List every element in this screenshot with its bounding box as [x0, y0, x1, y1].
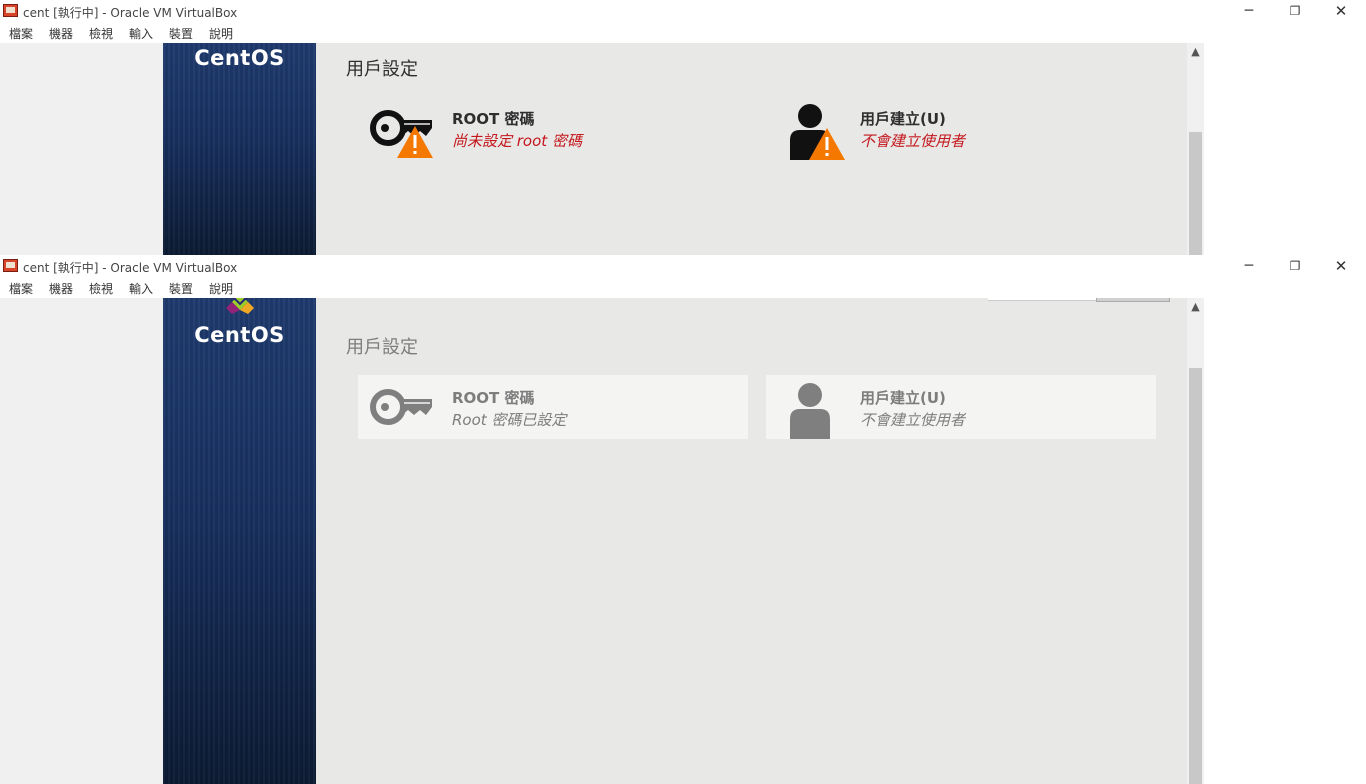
- root-password-status: 尚未設定 root 密碼: [452, 132, 582, 150]
- key-warning-icon: [370, 110, 433, 158]
- search-field[interactable]: [988, 298, 1098, 301]
- root-password-status: Root 密碼已設定: [452, 411, 567, 429]
- minimize-button[interactable]: ─: [1226, 0, 1272, 22]
- scrollbar-thumb[interactable]: [1189, 132, 1202, 255]
- menu-view[interactable]: 檢視: [89, 25, 113, 42]
- guest-screen[interactable]: CentOS 用戶設定 ROOT 密碼 尚未設定 root 密碼 用戶建立(U)…: [163, 43, 1187, 255]
- scroll-up-icon[interactable]: ▲: [1187, 300, 1204, 313]
- vm-right-margin: [1204, 298, 1366, 784]
- key-icon: [370, 389, 432, 425]
- centos-sidebar: CentOS: [163, 298, 316, 784]
- user-creation-spoke[interactable]: 用戶建立(U) 不會建立使用者: [766, 96, 1156, 160]
- vm-display[interactable]: CentOS 用戶設定 ROOT 密碼 Root 密碼已設定 用戶建立(U) 不…: [0, 298, 1366, 784]
- centos-logo: CentOS: [194, 46, 285, 70]
- menu-machine[interactable]: 機器: [49, 25, 73, 42]
- root-password-name: ROOT 密碼: [452, 389, 535, 407]
- menu-input[interactable]: 輸入: [129, 280, 153, 297]
- virtualbox-window-top: cent [執行中] - Oracle VM VirtualBox ─ ❐ ✕ …: [0, 0, 1366, 255]
- menu-devices[interactable]: 裝置: [169, 25, 193, 42]
- close-button[interactable]: ✕: [1318, 0, 1364, 22]
- user-creation-spoke[interactable]: 用戶建立(U) 不會建立使用者: [766, 375, 1156, 439]
- guest-screen[interactable]: CentOS 用戶設定 ROOT 密碼 Root 密碼已設定 用戶建立(U) 不…: [163, 298, 1187, 784]
- maximize-button[interactable]: ❐: [1272, 0, 1318, 22]
- menu-machine[interactable]: 機器: [49, 280, 73, 297]
- menu-file[interactable]: 檔案: [9, 280, 33, 297]
- vm-left-margin: [0, 43, 163, 255]
- scroll-up-icon[interactable]: ▲: [1187, 45, 1204, 58]
- centos-logo: CentOS: [194, 323, 285, 347]
- root-password-spoke[interactable]: ROOT 密碼 Root 密碼已設定: [358, 375, 748, 439]
- menu-help[interactable]: 說明: [209, 25, 233, 42]
- user-creation-name: 用戶建立(U): [860, 110, 946, 128]
- menu-file[interactable]: 檔案: [9, 25, 33, 42]
- vm-right-margin: [1204, 43, 1366, 255]
- virtualbox-window-bottom: cent [執行中] - Oracle VM VirtualBox ─ ❐ ✕ …: [0, 255, 1366, 784]
- user-creation-status: 不會建立使用者: [860, 132, 966, 150]
- vertical-scrollbar[interactable]: ▲: [1187, 298, 1204, 784]
- root-password-spoke[interactable]: ROOT 密碼 尚未設定 root 密碼: [358, 96, 748, 160]
- vertical-scrollbar[interactable]: ▲: [1187, 43, 1204, 255]
- window-title: cent [執行中] - Oracle VM VirtualBox: [23, 261, 238, 275]
- user-icon: [790, 383, 830, 439]
- virtualbox-app-icon: [3, 4, 18, 17]
- user-settings-title: 用戶設定: [346, 337, 418, 358]
- virtualbox-app-icon: [3, 259, 18, 272]
- window-title: cent [執行中] - Oracle VM VirtualBox: [23, 6, 238, 20]
- minimize-button[interactable]: ─: [1226, 255, 1272, 277]
- menu-bar: 檔案 機器 檢視 輸入 裝置 說明: [0, 277, 1366, 298]
- title-bar[interactable]: cent [執行中] - Oracle VM VirtualBox ─ ❐ ✕: [0, 0, 1366, 22]
- close-button[interactable]: ✕: [1318, 255, 1364, 277]
- vm-display[interactable]: CentOS 用戶設定 ROOT 密碼 尚未設定 root 密碼 用戶建立(U)…: [0, 43, 1366, 255]
- user-settings-title: 用戶設定: [346, 59, 418, 80]
- menu-view[interactable]: 檢視: [89, 280, 113, 297]
- user-warning-icon: [790, 104, 845, 160]
- root-password-name: ROOT 密碼: [452, 110, 535, 128]
- menu-devices[interactable]: 裝置: [169, 280, 193, 297]
- menu-input[interactable]: 輸入: [129, 25, 153, 42]
- vm-left-margin: [0, 298, 163, 784]
- menu-bar: 檔案 機器 檢視 輸入 裝置 說明: [0, 22, 1366, 43]
- user-creation-name: 用戶建立(U): [860, 389, 946, 407]
- title-bar[interactable]: cent [執行中] - Oracle VM VirtualBox ─ ❐ ✕: [0, 255, 1366, 277]
- centos-sidebar: CentOS: [163, 43, 316, 255]
- scrollbar-thumb[interactable]: [1189, 368, 1202, 784]
- top-button[interactable]: [1096, 298, 1170, 302]
- user-creation-status: 不會建立使用者: [860, 411, 966, 429]
- menu-help[interactable]: 說明: [209, 280, 233, 297]
- maximize-button[interactable]: ❐: [1272, 255, 1318, 277]
- centos-mark-icon: [226, 298, 254, 314]
